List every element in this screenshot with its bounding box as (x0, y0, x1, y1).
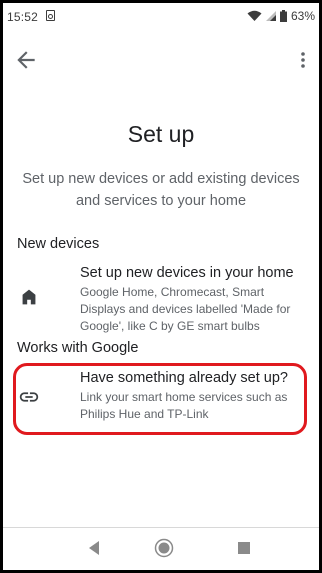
house-icon (18, 286, 40, 308)
more-vert-icon (301, 52, 305, 68)
triangle-back-icon (89, 541, 99, 555)
square-recents-icon (238, 542, 250, 554)
status-indicators: 63% (247, 9, 315, 23)
wifi-icon (247, 10, 262, 22)
status-time: 15:52 (7, 10, 39, 24)
battery-percent: 63% (290, 9, 315, 23)
back-button[interactable] (13, 47, 39, 73)
circle-home-icon (154, 538, 174, 558)
phone-screen: 15:52 63% Set up Set up new devices or a… (3, 3, 319, 570)
item-description: Link your smart home services such as Ph… (80, 390, 288, 421)
item-title: Set up new devices in your home (80, 265, 294, 281)
more-options-button[interactable] (293, 47, 313, 73)
media-notification-icon (46, 10, 55, 21)
item-description: Google Home, Chromecast, Smart Displays … (80, 285, 291, 333)
page-title: Set up (127, 121, 195, 147)
page-subtitle: Set up new devices or add existing devic… (22, 171, 300, 209)
item-title: Have something already set up? (80, 370, 288, 386)
section-header-works-with-google: Works with Google (17, 340, 139, 356)
link-existing-services-item[interactable]: Have something already set up? Link your… (3, 369, 319, 435)
nav-recents-button[interactable] (237, 541, 251, 560)
status-bar: 15:52 63% (3, 3, 319, 31)
link-icon (18, 386, 40, 408)
system-navigation-bar (3, 527, 319, 570)
app-bar (3, 41, 319, 77)
nav-home-button[interactable] (154, 538, 174, 563)
cell-signal-icon (265, 10, 277, 22)
set-up-new-devices-item[interactable]: Set up new devices in your home Google H… (3, 264, 319, 336)
nav-back-button[interactable] (87, 540, 101, 561)
section-header-new-devices: New devices (17, 236, 100, 252)
arrow-back-icon (17, 51, 35, 69)
battery-icon (279, 10, 287, 22)
